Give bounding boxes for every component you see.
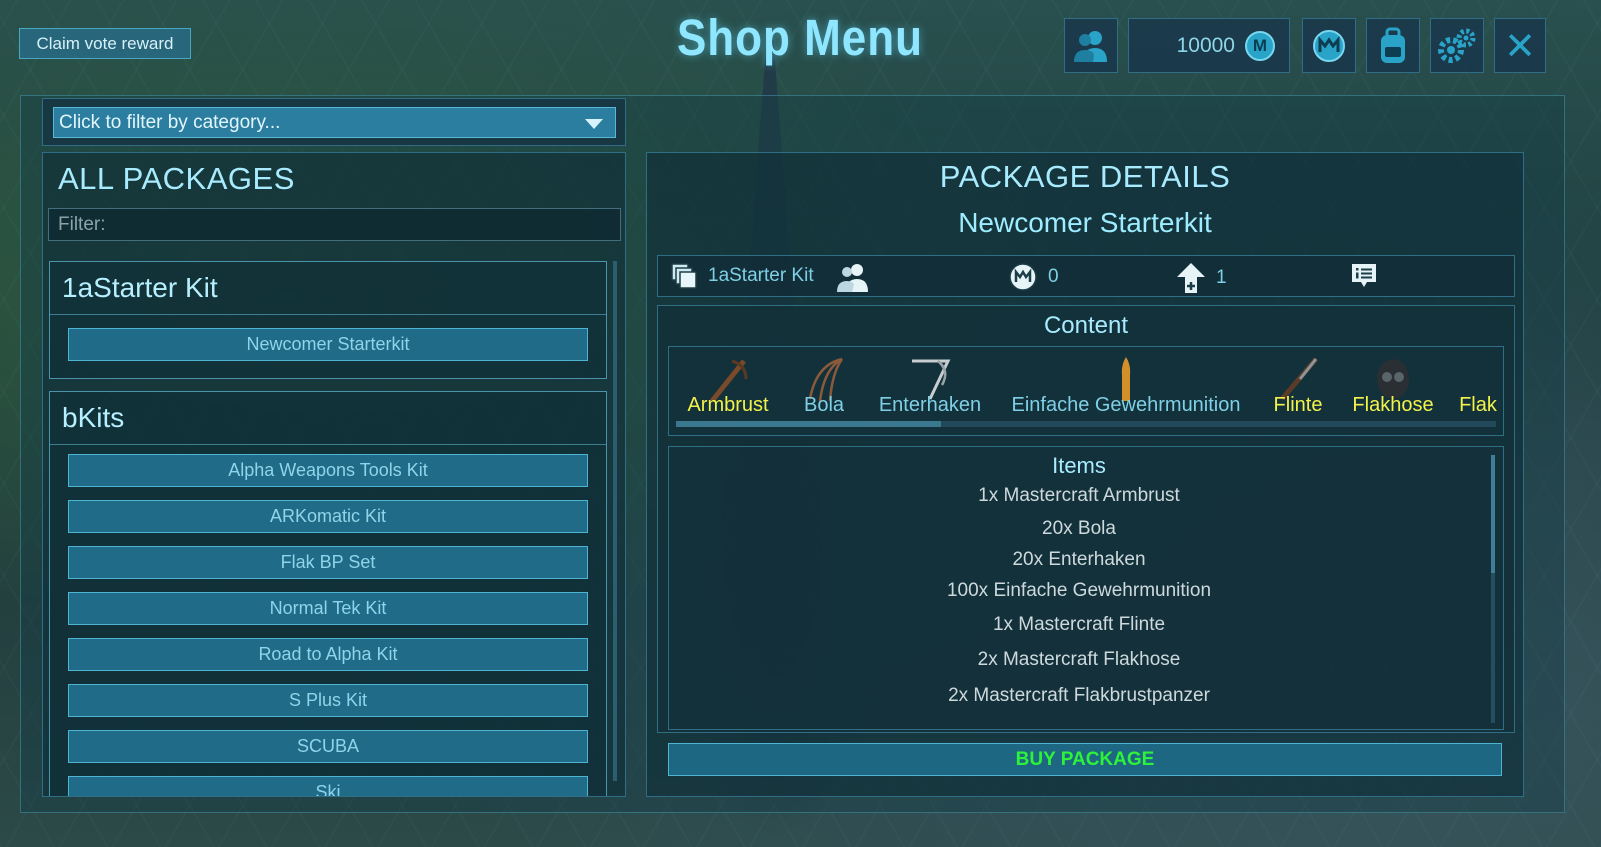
- info-price: 0: [1008, 262, 1059, 292]
- info-level: 1: [1176, 262, 1227, 294]
- info-price-value: 0: [1048, 266, 1059, 287]
- packages-title: ALL PACKAGES: [58, 161, 295, 196]
- content-item-flak[interactable]: Flak: [1455, 347, 1501, 417]
- content-box: Content Armbrust Bola Enterhaken Einfach…: [657, 305, 1515, 733]
- content-strip-scrollbar[interactable]: [676, 421, 1496, 427]
- content-item-enterhaken[interactable]: Enterhaken: [875, 347, 985, 417]
- close-icon: ✕: [1504, 23, 1536, 68]
- package-button-s-plus-kit[interactable]: S Plus Kit: [68, 684, 588, 717]
- group-title: 1aStarter Kit: [62, 272, 218, 303]
- selected-package-name: Newcomer Starterkit: [958, 207, 1212, 238]
- list-item: 2x Mastercraft Flakhose: [977, 649, 1181, 670]
- description-icon: [1350, 262, 1378, 290]
- currency-value: 10000: [1176, 33, 1235, 57]
- info-category-label: 1aStarter Kit: [708, 265, 814, 286]
- content-item-strip[interactable]: Armbrust Bola Enterhaken Einfache Gewehr…: [668, 346, 1504, 436]
- list-item: 20x Bola: [1042, 518, 1116, 539]
- gears-icon: [1437, 28, 1477, 64]
- info-players: [836, 262, 870, 292]
- buy-package-button[interactable]: BUY PACKAGE: [668, 743, 1502, 776]
- content-item-flinte[interactable]: Flinte: [1265, 347, 1331, 417]
- coin-icon: [1008, 262, 1038, 292]
- settings-button[interactable]: [1430, 18, 1484, 73]
- content-item-flakhose[interactable]: Flakhose: [1347, 347, 1439, 417]
- exchange-button[interactable]: [1302, 18, 1356, 73]
- package-group: 1aStarter Kit Newcomer Starterkit: [49, 261, 607, 379]
- list-item: 20x Enterhaken: [1012, 549, 1146, 570]
- package-button-newcomer-starterkit[interactable]: Newcomer Starterkit: [68, 328, 588, 361]
- close-button[interactable]: ✕: [1494, 18, 1546, 73]
- package-button-arkomatic-kit[interactable]: ARKomatic Kit: [68, 500, 588, 533]
- page-title: Shop Menu: [676, 10, 924, 67]
- list-item: 1x Mastercraft Flinte: [992, 614, 1166, 635]
- content-item-label: Enterhaken: [878, 394, 982, 416]
- inventory-button[interactable]: [1366, 18, 1420, 73]
- coin-exchange-icon: [1311, 28, 1347, 64]
- items-list-box: Items 1x Mastercraft Armbrust 20x Bola 2…: [668, 446, 1504, 730]
- group-divider: [50, 444, 606, 445]
- details-title: PACKAGE DETAILS: [939, 159, 1231, 194]
- category-dropdown[interactable]: Click to filter by category...: [53, 107, 616, 138]
- content-item-bola[interactable]: Bola: [789, 347, 859, 417]
- list-item: 2x Mastercraft Flakbrustpanzer: [948, 685, 1210, 706]
- content-item-label: Bola: [803, 394, 845, 416]
- group-title: bKits: [62, 402, 125, 433]
- content-strip-scroll-thumb[interactable]: [676, 421, 941, 427]
- claim-vote-reward-button[interactable]: Claim vote reward: [19, 28, 191, 59]
- package-button-flak-bp-set[interactable]: Flak BP Set: [68, 546, 588, 579]
- list-item: 100x Einfache Gewehrmunition: [946, 580, 1212, 601]
- list-item: 1x Mastercraft Armbrust: [978, 485, 1180, 506]
- package-button-scuba[interactable]: SCUBA: [68, 730, 588, 763]
- chevron-down-icon: [585, 119, 603, 129]
- info-category: 1aStarter Kit: [670, 262, 814, 290]
- currency-display: 10000 M: [1128, 18, 1290, 73]
- layers-icon: [670, 262, 698, 290]
- package-button-alpha-weapons-tools-kit[interactable]: Alpha Weapons Tools Kit: [68, 454, 588, 487]
- content-item-label: Einfache Gewehrmunition: [1011, 394, 1241, 416]
- group-divider: [50, 314, 606, 315]
- package-details-panel: PACKAGE DETAILS Newcomer Starterkit 1aSt…: [646, 152, 1524, 797]
- coin-icon: M: [1245, 30, 1275, 61]
- content-title: Content: [1043, 312, 1129, 339]
- content-item-label: Flinte: [1273, 394, 1323, 416]
- package-filter-input[interactable]: Filter:: [48, 208, 621, 241]
- content-item-label: Flak: [1459, 394, 1497, 416]
- users-icon: [1073, 29, 1109, 63]
- packages-panel: ALL PACKAGES Filter: 1aStarter Kit Newco…: [42, 152, 626, 797]
- content-item-armbrust[interactable]: Armbrust: [683, 347, 773, 417]
- package-group: bKits Alpha Weapons Tools Kit ARKomatic …: [49, 391, 607, 796]
- category-dropdown-label: Click to filter by category...: [59, 112, 281, 133]
- category-filter-bar: Click to filter by category...: [42, 98, 626, 146]
- players-button[interactable]: [1064, 18, 1118, 73]
- level-up-icon: [1176, 262, 1206, 294]
- backpack-icon: [1375, 27, 1411, 65]
- package-button-road-to-alpha-kit[interactable]: Road to Alpha Kit: [68, 638, 588, 671]
- items-title: Items: [1052, 453, 1106, 478]
- items-scrollbar[interactable]: [1491, 455, 1495, 723]
- info-description-button[interactable]: [1350, 262, 1378, 290]
- info-level-value: 1: [1216, 267, 1227, 288]
- package-button-normal-tek-kit[interactable]: Normal Tek Kit: [68, 592, 588, 625]
- content-item-label: Flakhose: [1352, 394, 1434, 416]
- package-button-ski[interactable]: Ski: [68, 776, 588, 796]
- content-item-einfache-gewehrmunition[interactable]: Einfache Gewehrmunition: [1005, 347, 1247, 417]
- content-item-label: Armbrust: [687, 394, 769, 416]
- items-scroll-thumb[interactable]: [1491, 455, 1495, 573]
- packages-scrollbar[interactable]: [613, 261, 617, 781]
- package-info-bar: 1aStarter Kit 0 1: [657, 255, 1515, 297]
- users-icon: [836, 262, 870, 292]
